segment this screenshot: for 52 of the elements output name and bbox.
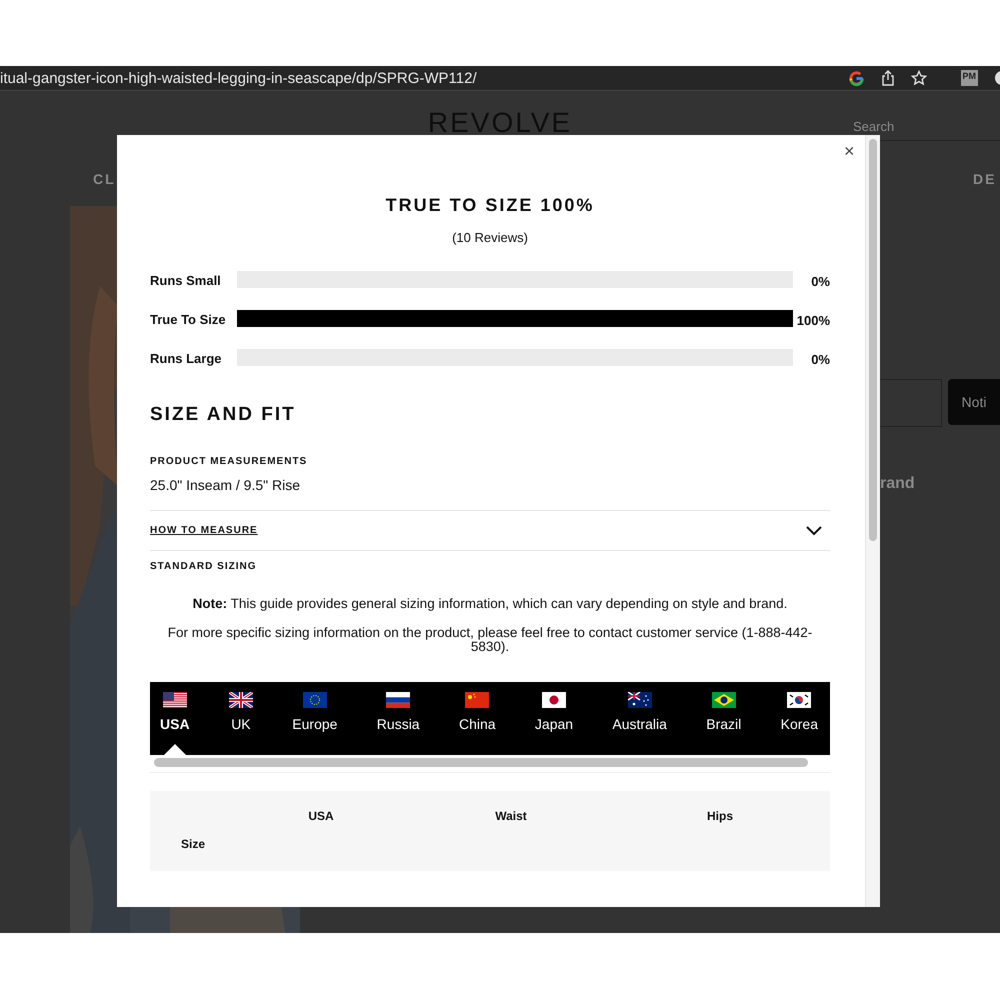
scrollbar[interactable] [865, 135, 880, 907]
how-to-measure-toggle[interactable]: HOW TO MEASURE [150, 511, 830, 550]
row-header: Size [181, 837, 206, 851]
google-logo-icon[interactable] [848, 70, 864, 86]
country-tab[interactable]: Australia [608, 682, 671, 755]
nav-link[interactable]: DE [973, 171, 996, 187]
contact-text: For more specific sizing information on the product, please feel free to contact customer service (1-888-442-5830). [166, 626, 814, 654]
review-count: (10 Reviews) [451, 230, 529, 245]
fit-label: Runs Small [150, 272, 222, 290]
country-tab[interactable]: Japan [530, 682, 578, 755]
address-bar-url[interactable]: itual-gangster-icon-high-waisted-legging-in-seascape/dp/SPRG-WP112/ [0, 70, 477, 86]
flag-icon [228, 692, 253, 708]
fit-title: TRUE TO SIZE 100% [384, 195, 596, 216]
fit-percentage: 0% [810, 352, 830, 367]
brand-link[interactable]: rand [880, 475, 915, 493]
column-header: Hips [706, 809, 733, 823]
notify-button[interactable]: Noti [948, 379, 1000, 425]
note-text: Note: This guide provides general sizing information, which can vary depending on style and brand. [192, 596, 788, 611]
extension-icon[interactable]: PM [960, 70, 978, 86]
country-tab[interactable]: Europe [288, 682, 342, 755]
share-icon[interactable] [880, 70, 894, 86]
scrollbar[interactable] [150, 755, 830, 773]
star-icon[interactable] [910, 70, 926, 86]
selected-pointer-icon [164, 744, 186, 755]
section-title: SIZE AND FIT [150, 404, 297, 426]
country-tab[interactable]: Russia [372, 682, 424, 755]
fit-percentage: 100% [796, 313, 830, 328]
flag-icon [465, 692, 490, 708]
country-tab[interactable]: Korea [776, 682, 822, 755]
close-button[interactable]: × [840, 141, 859, 162]
chevron-icon [806, 526, 822, 536]
column-header: USA [308, 809, 334, 823]
fit-label: True To Size [150, 311, 227, 329]
flag-icon [302, 692, 327, 708]
measurements-text: 25.0" Inseam / 9.5" Rise [150, 477, 302, 493]
flag-icon [628, 692, 652, 708]
country-tab[interactable]: Brazil [702, 682, 746, 755]
fit-label: Runs Large [150, 350, 223, 368]
country-tab[interactable]: USA [156, 682, 194, 755]
country-tab[interactable]: UK [224, 682, 257, 755]
fit-percentage: 0% [810, 274, 830, 289]
section-heading: STANDARD SIZING [150, 561, 258, 572]
flag-icon [542, 692, 566, 708]
profile-icon[interactable] [994, 70, 1000, 86]
nav-link[interactable]: CL [93, 171, 116, 187]
flag-icon [787, 692, 812, 708]
country-tab[interactable]: China [454, 682, 500, 755]
section-heading: PRODUCT MEASUREMENTS [150, 456, 308, 467]
column-header: Waist [495, 809, 527, 823]
flag-icon [712, 692, 736, 708]
flag-icon [386, 692, 410, 708]
flag-icon [162, 692, 187, 708]
